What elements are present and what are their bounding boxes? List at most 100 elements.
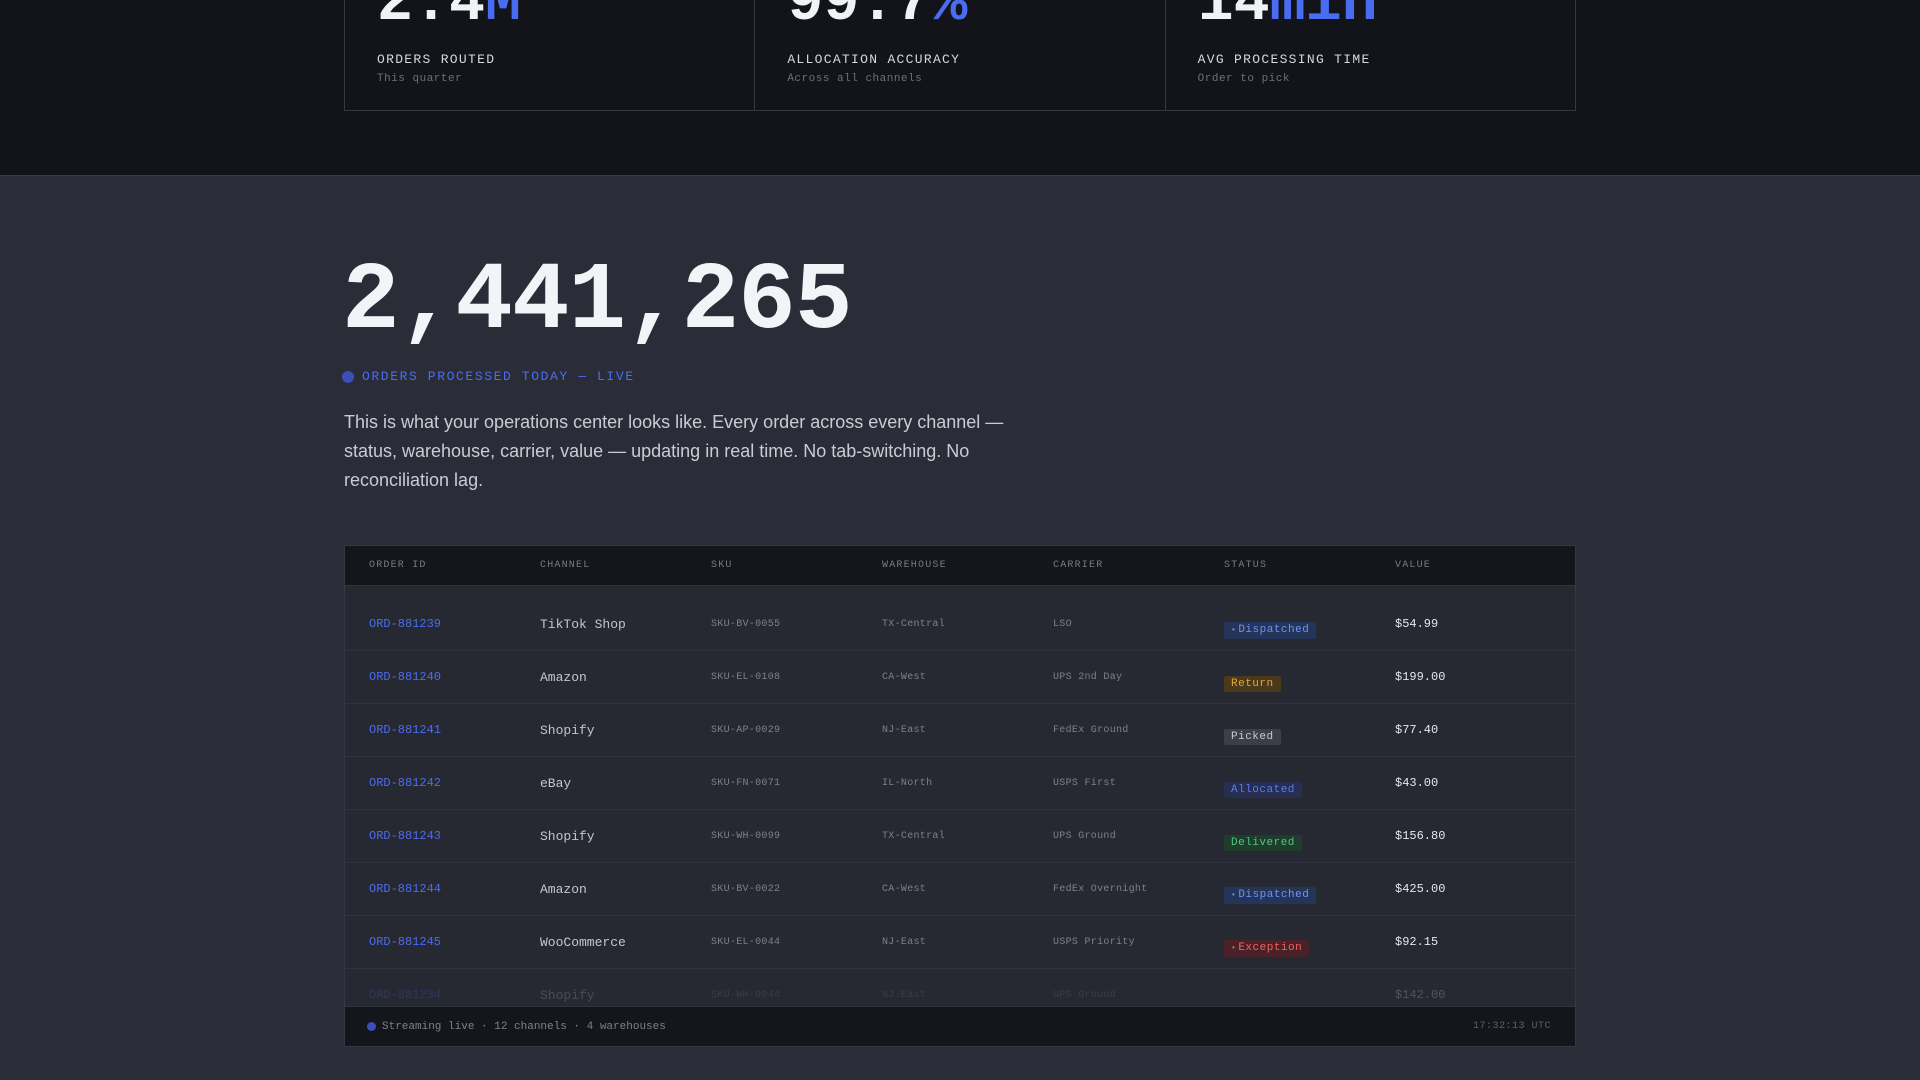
- order-id-link[interactable]: ORD-881240: [369, 670, 540, 684]
- table-row[interactable]: ORD-881243 Shopify SKU-WH-0099 TX-Central UP…: [345, 810, 1575, 863]
- stat-sublabel: This quarter: [377, 73, 463, 85]
- stat-unit: min: [1269, 0, 1378, 38]
- value-cell: $54.99: [1395, 617, 1439, 631]
- status-cell: [1224, 990, 1395, 1000]
- table-row[interactable]: ORD-881242 eBay SKU-FN-0071 IL-North USPS Fi…: [345, 757, 1575, 810]
- status-label: Dispatched: [1238, 624, 1310, 636]
- status-label: Picked: [1231, 730, 1274, 743]
- warehouse-cell: NJ-East: [882, 989, 927, 1001]
- channel-cell: WooCommerce: [540, 934, 626, 950]
- hero-description: This is what your operations center look…: [344, 412, 1004, 490]
- sku-cell: SKU-AP-0029: [711, 724, 781, 736]
- status-label: Dispatched: [1238, 889, 1310, 901]
- channel-cell: eBay: [540, 775, 572, 791]
- warehouse-cell: CA-West: [882, 671, 927, 683]
- sku-cell: SKU-BV-0055: [711, 618, 781, 630]
- carrier-cell: USPS Priority: [1053, 936, 1135, 948]
- carrier-cell: LSO: [1053, 618, 1072, 630]
- orders-today-counter: 2,441,265: [342, 247, 852, 356]
- stat-value: 99.7%: [787, 0, 967, 34]
- status-badge: • Dispatched: [1224, 622, 1317, 639]
- sku-cell: SKU-EL-0044: [711, 936, 781, 948]
- sku-cell: SKU-WH-0044: [711, 989, 781, 1001]
- stream-status: Streaming live · 12 channels · 4 warehou…: [367, 1021, 666, 1033]
- channel-cell: Amazon: [540, 669, 587, 685]
- status-cell: • Dispatched: [1224, 874, 1395, 904]
- status-cell: Return: [1224, 663, 1395, 692]
- stream-status-text: Streaming live · 12 channels · 4 warehou…: [382, 1020, 666, 1033]
- carrier-cell: UPS 2nd Day: [1053, 671, 1123, 683]
- column-header-warehouse: WAREHOUSE: [882, 560, 947, 571]
- stat-label: ORDERS ROUTED: [377, 52, 496, 67]
- warehouse-cell: TX-Central: [882, 618, 946, 630]
- channel-cell: Shopify: [540, 987, 595, 1003]
- order-id-link[interactable]: ORD-881234: [369, 988, 540, 1002]
- stat-allocation-accuracy: 99.7% ALLOCATION ACCURACY Across all cha…: [755, 0, 1166, 110]
- live-label: ORDERS PROCESSED TODAY — LIVE: [362, 369, 635, 384]
- column-header-channel: CHANNEL: [540, 560, 591, 571]
- status-dot-icon: •: [1231, 891, 1237, 900]
- table-row[interactable]: ORD-881245 WooCommerce SKU-EL-0044 NJ-East U…: [345, 916, 1575, 969]
- order-id-link[interactable]: ORD-881239: [369, 617, 540, 631]
- stat-number: 99.7: [787, 0, 932, 38]
- warehouse-cell: NJ-East: [882, 936, 927, 948]
- value-cell: $92.15: [1395, 935, 1439, 949]
- status-badge: • Dispatched: [1224, 887, 1317, 904]
- status-cell: Allocated: [1224, 769, 1395, 798]
- column-header-order-id: ORDER ID: [369, 560, 427, 571]
- stat-sublabel: Across all channels: [787, 73, 923, 85]
- stat-label: ALLOCATION ACCURACY: [787, 52, 961, 67]
- table-header: ORDER ID CHANNEL SKU WAREHOUSE CARRIER S…: [345, 546, 1575, 586]
- table-row[interactable]: ORD-881240 Amazon SKU-EL-0108 CA-West UPS 2n…: [345, 651, 1575, 704]
- orders-table: ORDER ID CHANNEL SKU WAREHOUSE CARRIER S…: [344, 545, 1576, 1047]
- sku-cell: SKU-BV-0022: [711, 883, 781, 895]
- last-updated-timestamp: 17:32:13 UTC: [1472, 1021, 1551, 1032]
- sku-cell: SKU-FN-0071: [711, 777, 781, 789]
- stat-label: AVG PROCESSING TIME: [1197, 52, 1371, 67]
- table-row[interactable]: ORD-881241 Shopify SKU-AP-0029 NJ-East FedEx…: [345, 704, 1575, 757]
- status-badge: Return: [1224, 675, 1281, 692]
- carrier-cell: FedEx Overnight: [1053, 883, 1148, 895]
- order-id-link[interactable]: ORD-881243: [369, 829, 540, 843]
- value-cell: $199.00: [1395, 670, 1446, 684]
- sku-cell: SKU-EL-0108: [711, 671, 781, 683]
- status-dot-icon: •: [1231, 626, 1237, 635]
- column-header-carrier: CARRIER: [1053, 560, 1104, 571]
- value-cell: $77.40: [1395, 723, 1439, 737]
- order-id-link[interactable]: ORD-881245: [369, 935, 540, 949]
- carrier-cell: USPS First: [1053, 777, 1117, 789]
- table-row[interactable]: ORD-881239 TikTok Shop SKU-BV-0055 TX-Centr…: [345, 598, 1575, 651]
- warehouse-cell: IL-North: [882, 777, 933, 789]
- channel-cell: Shopify: [540, 722, 595, 738]
- order-id-link[interactable]: ORD-881241: [369, 723, 540, 737]
- channel-cell: Amazon: [540, 881, 587, 897]
- table-row[interactable]: ORD-881234 Shopify SKU-WH-0044 NJ-East UPS G…: [345, 969, 1575, 1006]
- warehouse-cell: TX-Central: [882, 830, 946, 842]
- table-row[interactable]: ORD-881244 Amazon SKU-BV-0022 CA-West FedEx …: [345, 863, 1575, 916]
- status-badge: Delivered: [1224, 834, 1302, 851]
- channel-cell: TikTok Shop: [540, 616, 626, 632]
- status-label: Return: [1231, 677, 1274, 690]
- status-cell: Picked: [1224, 716, 1395, 745]
- channel-cell: Shopify: [540, 828, 595, 844]
- stat-value: 14min: [1198, 0, 1378, 34]
- status-label: Delivered: [1231, 836, 1295, 849]
- order-id-link[interactable]: ORD-881242: [369, 776, 540, 790]
- status-dot-icon: •: [1231, 944, 1237, 953]
- carrier-cell: FedEx Ground: [1053, 724, 1129, 736]
- warehouse-cell: CA-West: [882, 883, 927, 895]
- stat-number: 14: [1197, 0, 1270, 38]
- stat-unit: %: [931, 0, 968, 38]
- live-indicator: ORDERS PROCESSED TODAY — LIVE: [342, 369, 635, 384]
- order-id-link[interactable]: ORD-881244: [369, 882, 540, 896]
- status-label: Allocated: [1231, 783, 1295, 796]
- sku-cell: SKU-WH-0099: [711, 830, 781, 842]
- column-header-status: STATUS: [1224, 560, 1268, 571]
- stat-number: 2.4: [377, 0, 486, 38]
- status-cell: Delivered: [1224, 822, 1395, 851]
- stat-value: 2.4M: [377, 0, 521, 34]
- stat-orders-routed: 2.4M ORDERS ROUTED This quarter: [345, 0, 756, 110]
- value-cell: $425.00: [1395, 882, 1446, 896]
- streaming-dot-icon: [367, 1022, 376, 1031]
- value-cell: $156.80: [1395, 829, 1446, 843]
